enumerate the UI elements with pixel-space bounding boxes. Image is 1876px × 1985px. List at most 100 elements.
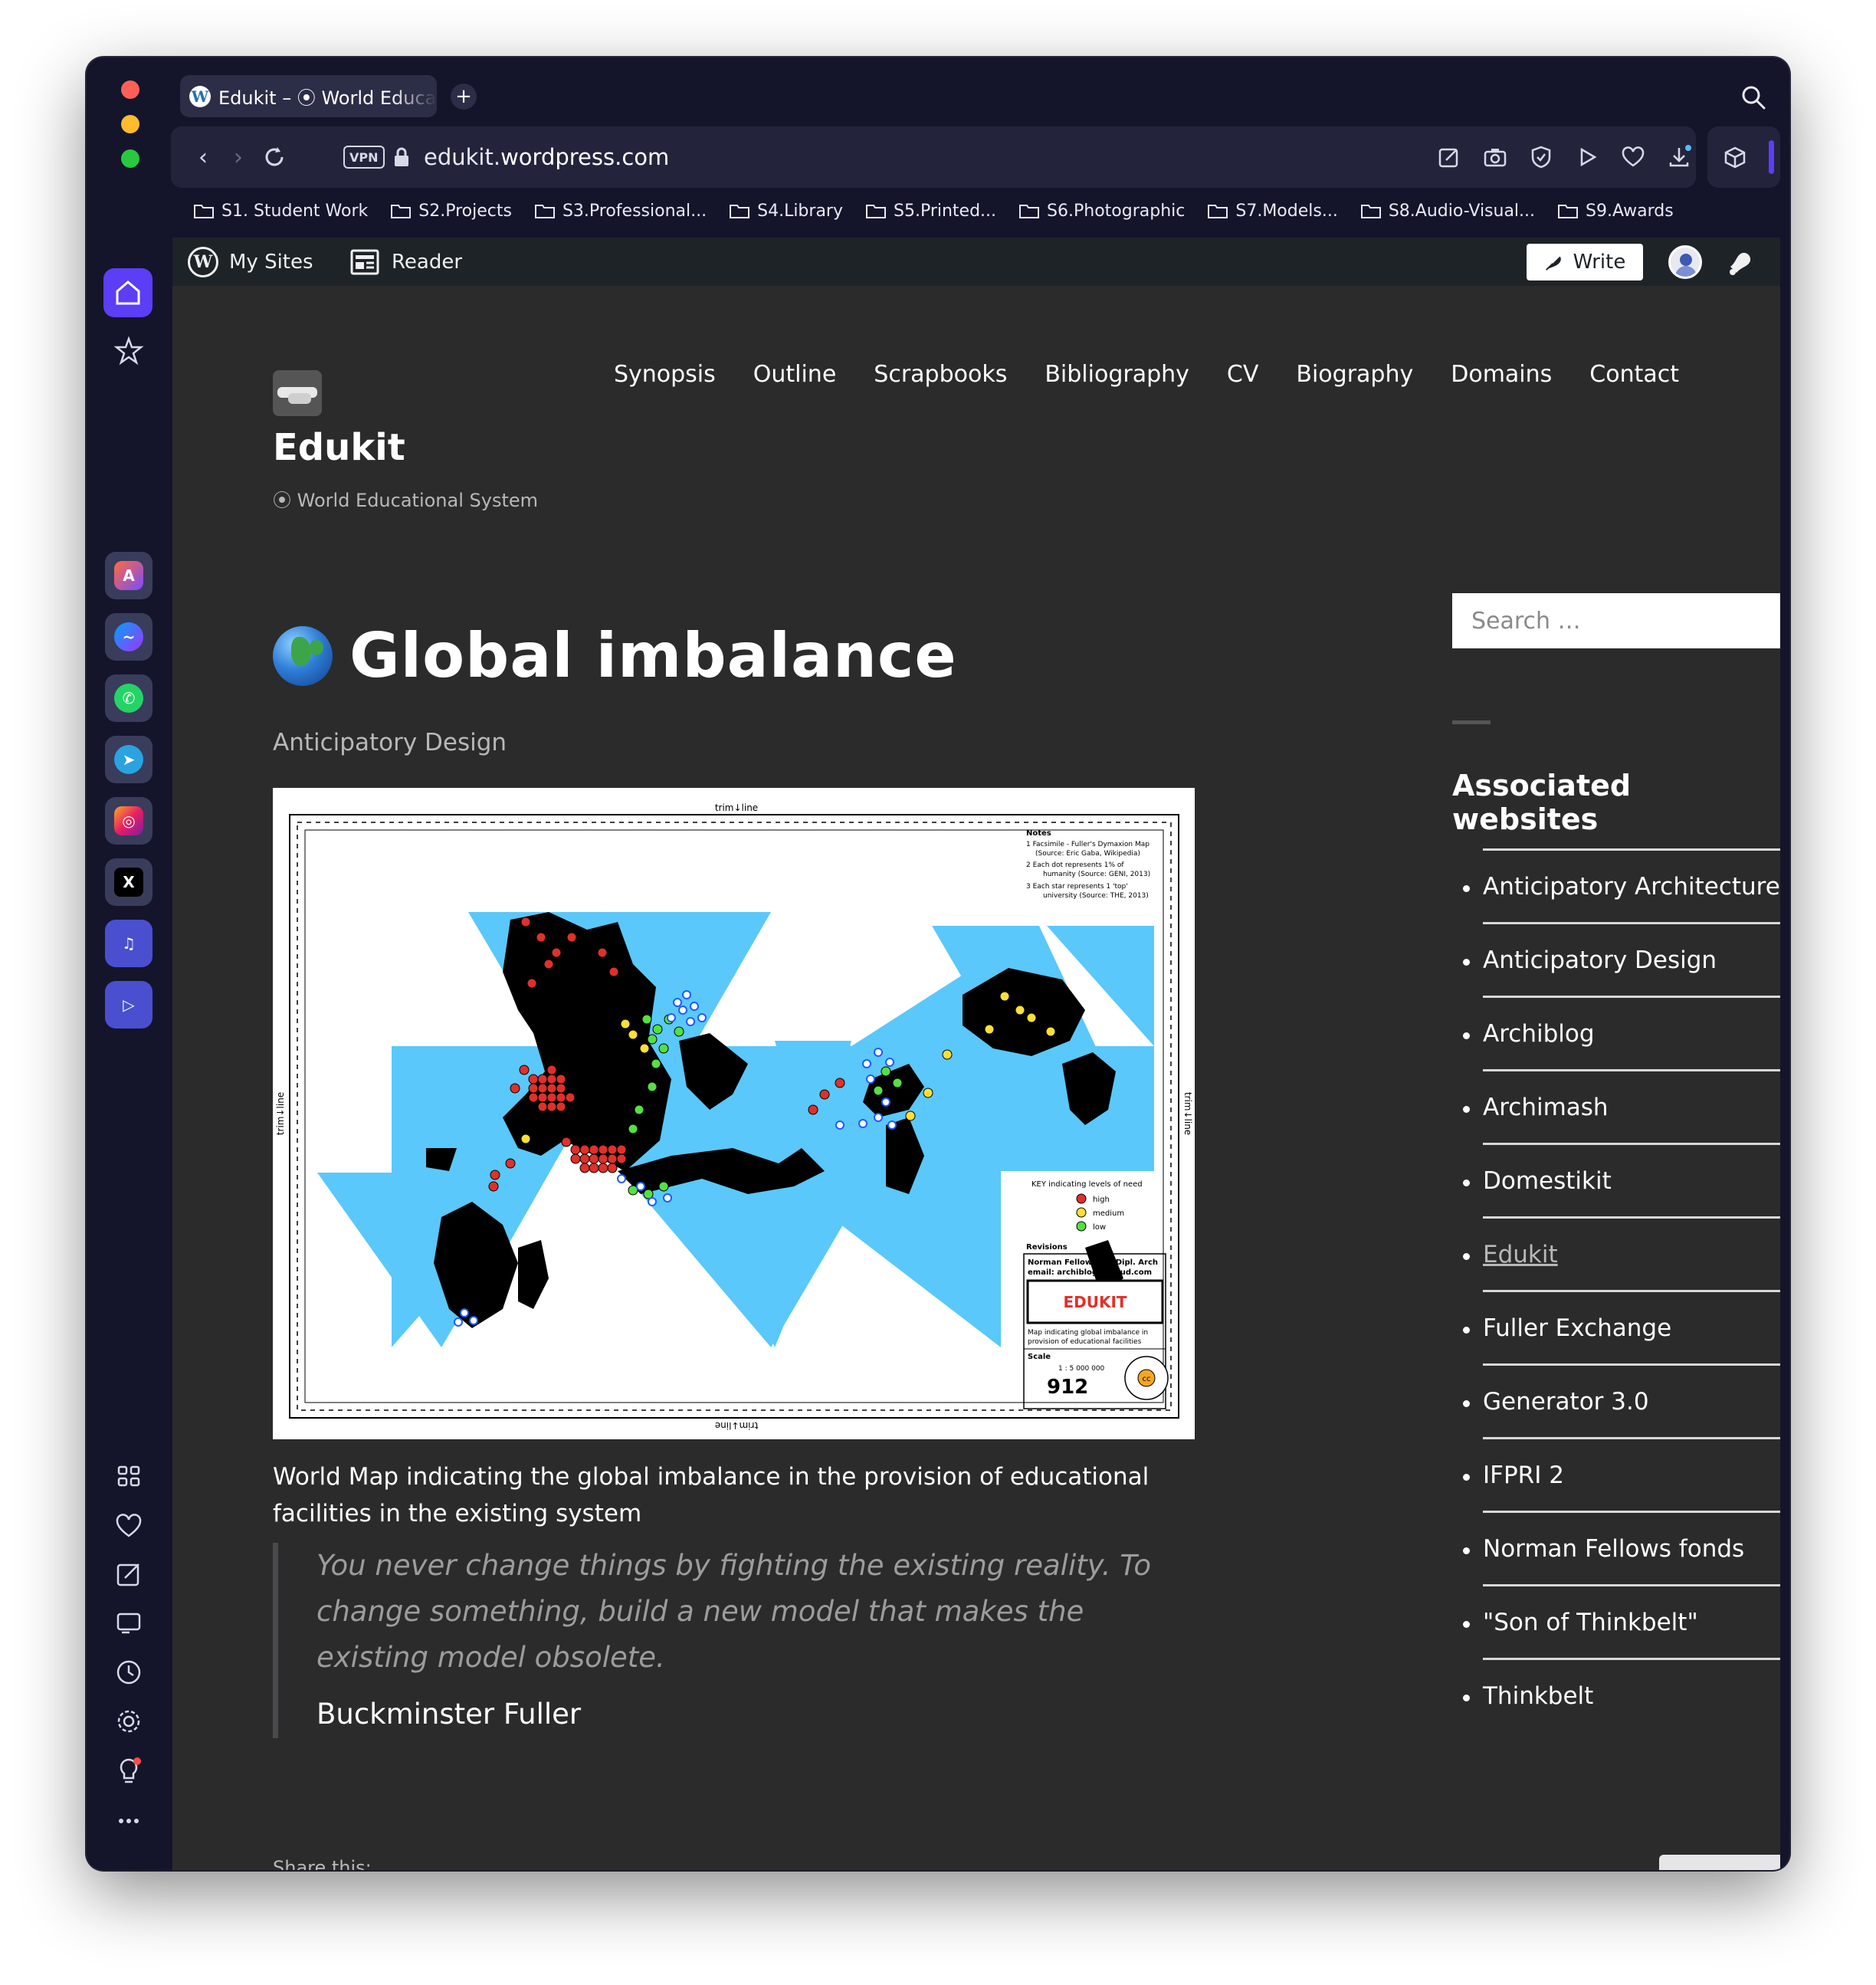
- key-medium-swatch: [1076, 1207, 1087, 1218]
- list-item[interactable]: Thinkbelt: [1463, 1658, 1780, 1731]
- browser-tab[interactable]: W Edukit – ⦿ World Educat: [180, 75, 437, 117]
- map-figure[interactable]: trim↓line trim↓line trim↓line trim↓line: [273, 788, 1195, 1439]
- site-link[interactable]: Fuller Exchange: [1483, 1314, 1671, 1342]
- browser-sidebar: A ~ ✆ ➤ ◎ X ♫ ▷: [87, 203, 171, 1870]
- list-item[interactable]: Archiblog: [1463, 996, 1780, 1069]
- headphones-icon: ♫: [122, 934, 136, 953]
- bookmark-folder[interactable]: S8.Audio-Visual...: [1360, 202, 1535, 221]
- more-options-icon[interactable]: [113, 1805, 145, 1837]
- list-item[interactable]: Norman Fellows fonds: [1463, 1511, 1780, 1584]
- list-item[interactable]: Fuller Exchange: [1463, 1290, 1780, 1363]
- forward-button[interactable]: ›: [223, 142, 254, 172]
- notifications-bell-icon[interactable]: [1724, 247, 1756, 279]
- camera-icon[interactable]: [1481, 143, 1509, 171]
- bookmark-folder[interactable]: S4.Library: [730, 202, 843, 221]
- pinboard-icon[interactable]: [113, 1558, 145, 1590]
- heart-icon[interactable]: [113, 1510, 145, 1542]
- x-app-button[interactable]: X: [105, 858, 153, 906]
- edit-icon[interactable]: [1435, 143, 1463, 171]
- aria-app-button[interactable]: A: [105, 552, 153, 599]
- reload-icon[interactable]: [259, 142, 290, 172]
- info-icon[interactable]: [1745, 1869, 1773, 1870]
- feather-icon: [1545, 256, 1561, 271]
- star-icon[interactable]: [113, 335, 145, 367]
- site-link[interactable]: Norman Fellows fonds: [1483, 1535, 1744, 1563]
- list-item[interactable]: "Son of Thinkbelt": [1463, 1584, 1780, 1658]
- heart-icon[interactable]: [1619, 143, 1647, 171]
- post-title: Global imbalance: [349, 620, 957, 691]
- tips-lightbulb-icon[interactable]: [113, 1755, 145, 1787]
- workspaces-icon[interactable]: [113, 1460, 145, 1492]
- minimize-window-button[interactable]: [121, 115, 139, 133]
- history-icon[interactable]: [113, 1656, 145, 1688]
- bookmark-folder[interactable]: S1. Student Work: [194, 202, 368, 221]
- menu-item-contact[interactable]: Contact: [1589, 361, 1679, 388]
- site-link[interactable]: "Son of Thinkbelt": [1483, 1609, 1698, 1636]
- close-window-button[interactable]: [121, 80, 139, 99]
- maximize-window-button[interactable]: [121, 149, 139, 168]
- vpn-badge[interactable]: VPN: [343, 146, 385, 169]
- tools-icon[interactable]: [1678, 1869, 1706, 1870]
- back-button[interactable]: ‹: [188, 142, 218, 172]
- bookmark-folder[interactable]: S2.Projects: [391, 202, 512, 221]
- trim-line-left: trim↓line: [275, 1092, 286, 1135]
- list-item[interactable]: Anticipatory Architecture: [1463, 848, 1780, 922]
- bookmark-folder[interactable]: S3.Professional...: [534, 202, 707, 221]
- list-item[interactable]: IFPRI 2: [1463, 1437, 1780, 1511]
- telegram-app-button[interactable]: ➤: [105, 736, 153, 783]
- whatsapp-app-button[interactable]: ✆: [105, 674, 153, 722]
- list-item-current[interactable]: Edukit: [1463, 1216, 1780, 1290]
- menu-item-biography[interactable]: Biography: [1296, 361, 1413, 388]
- site-link[interactable]: Anticipatory Design: [1483, 947, 1717, 974]
- settings-icon[interactable]: [113, 1705, 145, 1737]
- widget-separator: [1452, 720, 1491, 724]
- list-item[interactable]: Generator 3.0: [1463, 1363, 1780, 1437]
- cube-icon[interactable]: [1721, 143, 1749, 171]
- write-label: Write: [1573, 251, 1626, 274]
- list-item[interactable]: Archimash: [1463, 1069, 1780, 1143]
- site-title[interactable]: Edukit: [273, 426, 405, 469]
- list-item[interactable]: Domestikit: [1463, 1143, 1780, 1216]
- menu-item-outline[interactable]: Outline: [753, 361, 837, 388]
- download-icon[interactable]: [1665, 143, 1693, 171]
- site-link[interactable]: IFPRI 2: [1483, 1462, 1564, 1489]
- tabs-icon[interactable]: [113, 1607, 145, 1639]
- site-link[interactable]: Anticipatory Architecture: [1483, 873, 1780, 901]
- menu-item-synopsis[interactable]: Synopsis: [614, 361, 716, 388]
- site-link[interactable]: Thinkbelt: [1483, 1682, 1593, 1710]
- home-button[interactable]: [103, 268, 153, 317]
- play-icon[interactable]: [1573, 143, 1601, 171]
- messenger-app-button[interactable]: ~: [105, 613, 153, 661]
- site-link[interactable]: Generator 3.0: [1483, 1388, 1649, 1416]
- search-input[interactable]: [1452, 593, 1780, 648]
- site-link[interactable]: Edukit: [1483, 1241, 1558, 1268]
- bookmark-folder[interactable]: S7.Models...: [1208, 202, 1338, 221]
- menu-item-scrapbooks[interactable]: Scrapbooks: [874, 361, 1007, 388]
- url-field[interactable]: edukit.wordpress.com: [424, 142, 669, 172]
- music-player-button[interactable]: ♫: [105, 920, 153, 967]
- menu-item-cv[interactable]: CV: [1227, 361, 1258, 388]
- new-tab-button[interactable]: +: [451, 84, 477, 110]
- menu-item-domains[interactable]: Domains: [1451, 361, 1552, 388]
- player-button[interactable]: ▷: [105, 981, 153, 1029]
- site-link[interactable]: Domestikit: [1483, 1167, 1612, 1195]
- shield-icon[interactable]: [1527, 143, 1555, 171]
- note-3-source: university (Source: THE, 2013): [1043, 892, 1149, 900]
- quote-author: Buckminster Fuller: [316, 1698, 582, 1731]
- write-button[interactable]: Write: [1527, 244, 1643, 281]
- instagram-app-button[interactable]: ◎: [105, 797, 153, 845]
- avatar-face: [1680, 254, 1692, 266]
- bookmark-folder[interactable]: S9.Awards: [1558, 202, 1674, 221]
- my-sites-link[interactable]: W My Sites: [188, 238, 313, 286]
- menu-item-bibliography[interactable]: Bibliography: [1045, 361, 1189, 388]
- user-avatar[interactable]: [1668, 245, 1702, 279]
- list-item[interactable]: Anticipatory Design: [1463, 922, 1780, 996]
- whatsapp-icon: ✆: [114, 684, 143, 713]
- bookmark-folder[interactable]: S5.Printed...: [866, 202, 996, 221]
- search-tabs-icon[interactable]: [1740, 84, 1766, 110]
- site-link[interactable]: Archimash: [1483, 1094, 1609, 1121]
- site-link[interactable]: Archiblog: [1483, 1020, 1595, 1048]
- reader-link[interactable]: Reader: [350, 238, 462, 286]
- site-logo[interactable]: [273, 370, 322, 416]
- bookmark-folder[interactable]: S6.Photographic: [1019, 202, 1185, 221]
